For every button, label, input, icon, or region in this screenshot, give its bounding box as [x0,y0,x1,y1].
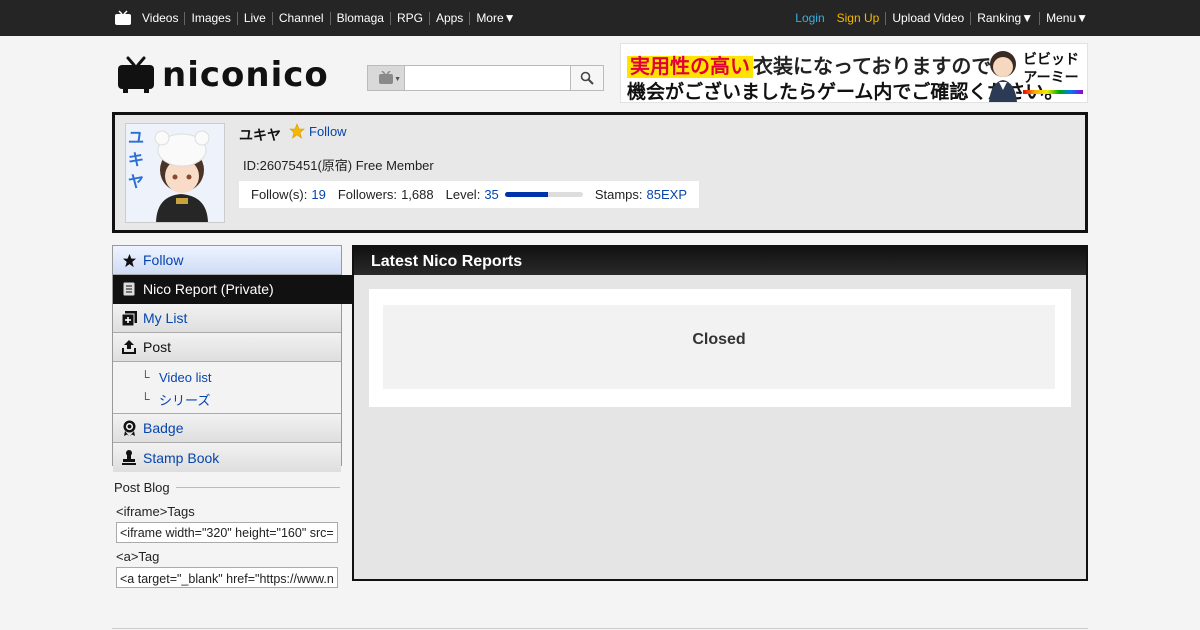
sidebar-item-post[interactable]: Post [113,333,341,362]
search-icon [580,71,594,85]
follow-user-button[interactable]: Follow [289,123,347,139]
ad-banner[interactable]: 実用性の高い 衣装になっておりますので 機会がございましたらゲーム内でご確認くださ… [620,43,1088,103]
a-tag-field[interactable] [116,567,338,588]
sidebar-item-nico-report[interactable]: Nico Report (Private) [113,275,353,304]
chevron-down-icon: ▼ [394,76,401,83]
nav-images[interactable]: Images [184,11,236,25]
sidebar-item-label: My List [143,310,188,326]
stamps-value[interactable]: 85EXP [647,187,687,202]
ad-brand: ビビッド アーミー [1019,50,1083,94]
sidebar-item-label: Stamp Book [143,449,220,466]
post-blog-section: Post Blog <iframe>Tags <a>Tag [114,480,340,588]
sidebar-subitem-video-list[interactable]: └ Video list [141,366,341,388]
level-value[interactable]: 35 [484,187,498,202]
tv-icon [379,71,393,84]
sidebar-item-follow[interactable]: Follow [113,246,341,275]
upload-video-link[interactable]: Upload Video [885,11,970,25]
ad-line-1-rest: 衣装になっておりますので [753,56,992,78]
star-icon [121,252,137,268]
signup-link[interactable]: Sign Up [831,11,886,25]
ad-highlight: 実用性の高い [627,56,753,78]
stamps-label: Stamps: [594,187,643,202]
top-navigation-bar: Videos Images Live Channel Blomaga RPG A… [0,0,1200,36]
panel-title: Latest Nico Reports [354,247,1086,275]
user-name: ユキヤ [239,127,281,143]
footer-divider [112,628,1088,629]
nav-rpg[interactable]: RPG [389,11,429,25]
sidebar: Follow Nico Report (Private) My List Pos… [112,245,353,472]
menu-dropdown[interactable]: Menu▼ [1039,11,1088,25]
closed-message: Closed [383,305,1055,389]
ad-color-bar [1023,90,1083,94]
avatar: ユキヤ [125,123,225,223]
top-nav-left: Videos Images Live Channel Blomaga RPG A… [114,0,522,36]
badge-icon [121,420,137,436]
sidebar-item-my-list[interactable]: My List [113,304,341,333]
user-profile-box: ユキヤ ユキヤ Follow ID:26075451(原宿) Free Memb… [112,112,1088,233]
post-submenu: └ Video list └ シリーズ [113,362,341,414]
user-id-line: ID:26075451(原宿) Free Member [243,158,434,173]
sidebar-item-badge[interactable]: Badge [113,414,341,443]
star-icon [289,123,305,139]
reports-container: Closed [369,289,1071,407]
user-stats: Follow(s): 19 Followers: 1,688 Level: 35… [239,181,699,208]
level-progress-bar [504,192,583,197]
login-link[interactable]: Login [789,11,830,25]
post-blog-title: Post Blog [114,480,170,495]
nav-channel[interactable]: Channel [271,11,330,25]
logo-text: niconico [162,55,329,95]
follows-count[interactable]: 19 [311,187,325,202]
divider [175,487,340,488]
follows-label: Follow(s): [251,187,308,202]
a-tag-label: <a>Tag [116,549,160,564]
post-blog-heading: Post Blog [114,480,340,495]
search-type-selector[interactable]: ▼ [367,65,405,91]
ad-character-illustration [989,51,1017,102]
ad-brand-line-2: アーミー [1023,69,1079,85]
nav-live[interactable]: Live [236,11,272,25]
sidebar-subitem-series[interactable]: └ シリーズ [141,388,341,410]
nav-apps[interactable]: Apps [428,11,469,25]
nav-blomaga[interactable]: Blomaga [329,11,390,25]
iframe-tag-field[interactable] [116,522,338,543]
tree-branch: └ [141,392,150,406]
avatar-name-text: ユキヤ [128,130,145,191]
followers-label: Followers: [337,187,398,202]
nav-more[interactable]: More▼ [469,11,521,25]
sidebar-subitem-label: シリーズ [159,392,211,408]
sidebar-item-label: Post [143,339,172,355]
sidebar-item-stamp-book[interactable]: Stamp Book [113,443,341,472]
iframe-tag-label: <iframe>Tags [116,504,195,519]
niconico-tv-icon[interactable] [114,10,132,26]
document-icon [121,281,137,297]
follow-label: Follow [309,123,347,139]
search-button[interactable] [571,65,604,91]
top-nav-right: Login Sign Up Upload Video Ranking▼ Menu… [789,0,1088,36]
search-bar: ▼ [367,65,604,91]
nico-reports-panel: Latest Nico Reports Closed [352,245,1088,581]
nav-videos[interactable]: Videos [136,11,184,25]
level-progress-fill [504,192,549,197]
logo-tv-icon [118,56,154,93]
tree-branch: └ [141,370,150,384]
sidebar-subitem-label: Video list [159,369,212,385]
level-label: Level: [445,187,481,202]
sidebar-item-label: Follow [143,252,184,268]
sidebar-item-label: Badge [143,420,184,436]
stamp-icon [121,450,137,466]
ranking-menu[interactable]: Ranking▼ [970,11,1039,25]
mylist-add-icon [121,310,137,326]
search-input[interactable] [405,65,571,91]
followers-count: 1,688 [401,187,434,202]
upload-icon [121,339,137,355]
ad-brand-line-1: ビビッド [1023,51,1079,67]
sidebar-item-label: Nico Report (Private) [143,281,274,297]
niconico-logo[interactable]: niconico [116,56,356,94]
ad-line-1: 実用性の高い 衣装になっておりますので [627,50,991,79]
